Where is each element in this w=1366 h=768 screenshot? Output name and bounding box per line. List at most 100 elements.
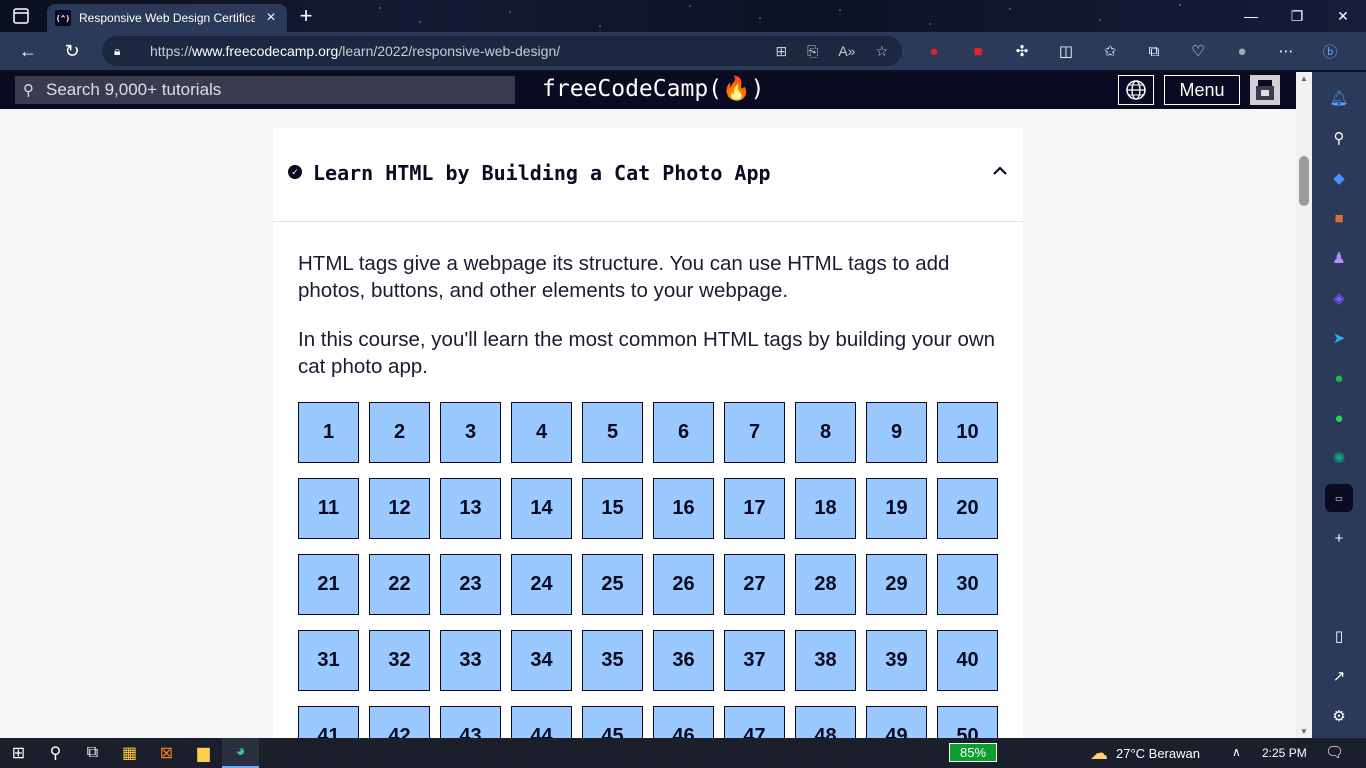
chatgpt-icon[interactable]: ✺ [1325,444,1353,472]
step-button[interactable]: 10 [937,402,998,463]
step-button[interactable]: 7 [724,402,785,463]
step-button[interactable]: 34 [511,630,572,691]
step-button[interactable]: 8 [795,402,856,463]
edge-taskbar-icon[interactable]: ◕ [222,738,259,768]
step-button[interactable]: 14 [511,478,572,539]
step-button[interactable]: 25 [582,554,643,615]
step-button[interactable]: 29 [866,554,927,615]
hide-sidebar-icon[interactable]: ▯ [1325,622,1353,650]
sidebar-settings-icon[interactable]: ⚙ [1325,702,1353,730]
step-button[interactable]: 24 [511,554,572,615]
scroll-down-icon[interactable]: ▼ [1300,727,1308,736]
step-button[interactable]: 30 [937,554,998,615]
lock-icon[interactable]: 🔒︎ [114,44,130,59]
step-button[interactable]: 16 [653,478,714,539]
task-view-icon[interactable]: ⧉ [74,738,111,768]
profile-avatar-icon[interactable]: ● [1220,43,1264,60]
tab-actions-icon[interactable] [12,7,30,25]
step-button[interactable]: 48 [795,706,856,738]
url-text[interactable]: https://www.freecodecamp.org/learn/2022/… [150,43,560,59]
step-button[interactable]: 33 [440,630,501,691]
bing-copilot-icon[interactable]: ⓑ [1308,41,1352,62]
games-icon[interactable]: ♟ [1325,244,1353,272]
step-button[interactable]: 28 [795,554,856,615]
step-button[interactable]: 12 [369,478,430,539]
mega-extension-icon[interactable]: ■ [956,43,1000,60]
new-tab-icon[interactable]: + [294,4,318,28]
step-button[interactable]: 17 [724,478,785,539]
scroll-thumb[interactable] [1299,156,1309,206]
page-scrollbar[interactable]: ▲ ▼ [1296,72,1312,738]
add-app-icon[interactable]: + [1325,524,1353,552]
step-button[interactable]: 39 [866,630,927,691]
performance-heart-icon[interactable]: ♡ [1176,42,1220,60]
caret-up-icon[interactable] [991,162,1009,180]
microsoft-365-icon[interactable]: ◈ [1325,284,1353,312]
battery-indicator[interactable]: 85% [949,743,997,762]
step-button[interactable]: 26 [653,554,714,615]
step-button[interactable]: 13 [440,478,501,539]
open-external-icon[interactable]: ↗ [1325,662,1353,690]
course-title[interactable]: Learn HTML by Building a Cat Photo App [313,161,771,185]
step-button[interactable]: 49 [866,706,927,738]
course-header[interactable]: ✓ Learn HTML by Building a Cat Photo App [273,128,1023,222]
split-screen-icon[interactable]: ◫ [1044,42,1088,60]
step-button[interactable]: 19 [866,478,927,539]
shopping-tag-icon[interactable]: ◆ [1325,164,1353,192]
step-button[interactable]: 3 [440,402,501,463]
canva-app-icon[interactable]: ▭ [1325,484,1353,512]
microsoft-store-icon[interactable]: ▦ [111,738,148,768]
step-button[interactable]: 50 [937,706,998,738]
xampp-icon[interactable]: ⊠ [148,738,185,768]
weather-widget[interactable]: ☁ 27°C Berawan [1090,738,1200,768]
step-button[interactable]: 44 [511,706,572,738]
telegram-icon[interactable]: ➤ [1325,324,1353,352]
spotify-icon[interactable]: ● [1325,364,1353,392]
menu-button[interactable]: Menu [1164,75,1240,105]
step-button[interactable]: 6 [653,402,714,463]
more-options-icon[interactable]: ⋯ [1264,42,1308,60]
step-button[interactable]: 38 [795,630,856,691]
app-available-icon[interactable]: ⊞ [775,43,787,60]
favorite-star-icon[interactable]: ☆ [875,43,888,60]
refresh-icon[interactable]: ↻ [54,35,90,67]
step-button[interactable]: 15 [582,478,643,539]
step-button[interactable]: 22 [369,554,430,615]
collections-shield-icon[interactable]: ⎘ [807,43,818,60]
step-button[interactable]: 18 [795,478,856,539]
search-input[interactable]: ⚲ Search 9,000+ tutorials [15,76,515,104]
scroll-up-icon[interactable]: ▲ [1300,74,1308,83]
browser-tab-active[interactable]: (^) Responsive Web Design Certifica × [47,4,287,32]
notification-bell-icon[interactable]: 🔔︎ [1325,84,1353,112]
extensions-puzzle-icon[interactable]: ✣ [1000,42,1044,60]
step-button[interactable]: 42 [369,706,430,738]
step-button[interactable]: 9 [866,402,927,463]
adblock-extension-icon[interactable]: ● [912,43,956,60]
step-button[interactable]: 1 [298,402,359,463]
taskbar-search-icon[interactable]: ⚲ [37,738,74,768]
notification-center-icon[interactable]: 🗨︎ [1325,743,1344,761]
step-button[interactable]: 31 [298,630,359,691]
user-avatar[interactable] [1250,75,1280,105]
back-icon[interactable]: ← [10,35,46,67]
windows-start-icon[interactable]: ⊞ [0,738,37,768]
language-button[interactable] [1118,75,1154,105]
tray-chevron-up-icon[interactable]: ∧ [1232,745,1241,759]
step-button[interactable]: 20 [937,478,998,539]
whatsapp-icon[interactable]: ● [1325,404,1353,432]
close-window-icon[interactable]: ✕ [1320,0,1366,32]
step-button[interactable]: 27 [724,554,785,615]
maximize-icon[interactable]: ❐ [1274,0,1320,32]
address-bar[interactable]: 🔒︎ https://www.freecodecamp.org/learn/20… [102,36,902,66]
step-button[interactable]: 43 [440,706,501,738]
step-button[interactable]: 40 [937,630,998,691]
step-button[interactable]: 45 [582,706,643,738]
step-button[interactable]: 4 [511,402,572,463]
step-button[interactable]: 41 [298,706,359,738]
step-button[interactable]: 11 [298,478,359,539]
fcc-logo[interactable]: freeCodeCamp(🔥) [542,75,765,102]
taskbar-clock[interactable]: 2:25 PM [1262,746,1307,760]
read-aloud-icon[interactable]: A» [838,43,855,59]
tools-briefcase-icon[interactable]: ■ [1325,204,1353,232]
search-icon[interactable]: ⚲ [1325,124,1353,152]
